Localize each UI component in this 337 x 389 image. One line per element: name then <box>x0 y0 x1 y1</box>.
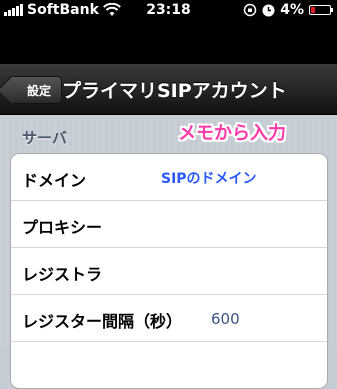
row-register-interval[interactable]: レジスター間隔（秒） 600 <box>11 295 327 342</box>
section-header: サーバ <box>22 129 67 147</box>
battery-percent: 4% <box>280 2 304 18</box>
row-domain[interactable]: ドメイン SIPのドメイン <box>11 154 327 201</box>
navigation-bar: 設定 プライマリSIPアカウント <box>0 64 337 115</box>
settings-group: ドメイン SIPのドメイン プロキシー レジストラ レジスター間隔（秒） 600 <box>10 153 328 389</box>
back-button-label: 設定 <box>27 84 52 98</box>
orientation-lock-icon <box>243 3 257 17</box>
row-registrar[interactable]: レジストラ <box>11 248 327 295</box>
back-button[interactable]: 設定 <box>8 76 63 104</box>
register-interval-value: 600 <box>211 310 240 328</box>
content-area: サーバ メモから入力 ドメイン SIPのドメイン プロキシー レジストラ レジス… <box>0 115 337 389</box>
row-partial[interactable] <box>11 342 327 388</box>
status-bar: SoftBank 23:18 4% <box>0 0 337 20</box>
row-proxy[interactable]: プロキシー <box>11 201 327 248</box>
battery-icon <box>309 5 333 15</box>
annotation-sip-domain: SIPのドメイン <box>161 171 257 187</box>
alarm-clock-icon <box>262 4 275 16</box>
row-label: ドメイン <box>22 171 87 190</box>
row-label: プロキシー <box>22 218 103 237</box>
annotation-memo: メモから入力 <box>178 123 286 144</box>
status-right: 4% <box>243 2 333 18</box>
row-label: レジスター間隔（秒） <box>22 312 183 331</box>
nav-bar-top-background <box>0 20 337 64</box>
battery-fill <box>311 7 315 13</box>
row-label: レジストラ <box>22 265 103 284</box>
page-title: プライマリSIPアカウント <box>62 80 287 102</box>
